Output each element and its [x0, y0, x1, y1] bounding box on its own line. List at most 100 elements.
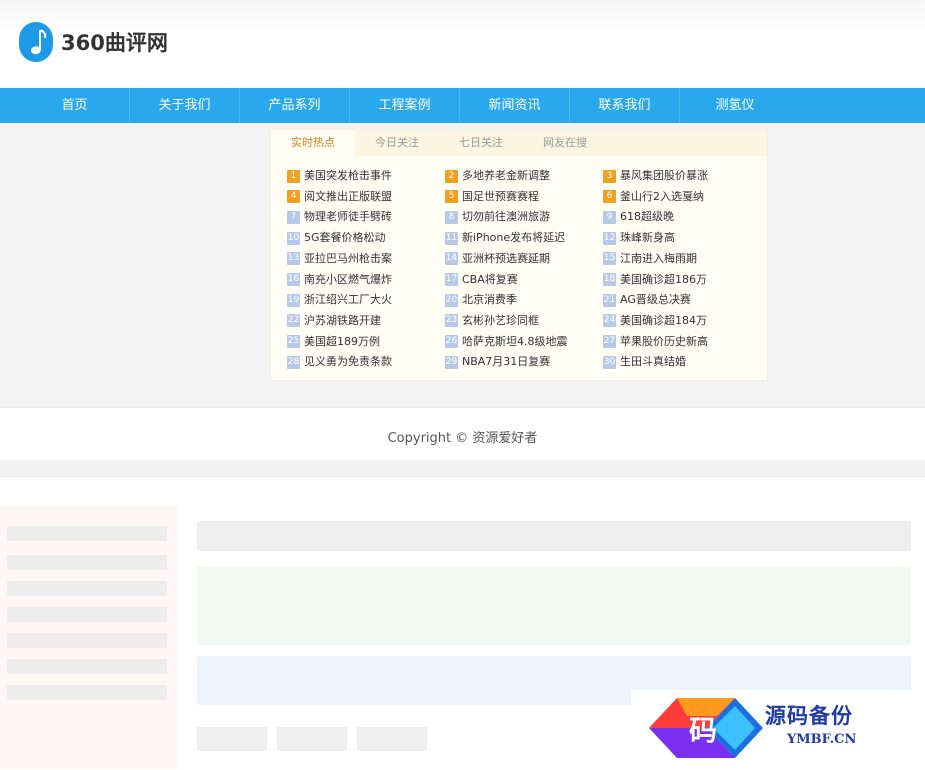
placeholder-line	[7, 581, 167, 596]
hot-list-item[interactable]: 6 釜山行2入选戛纳	[603, 189, 753, 205]
hot-list-item[interactable]: 2 多地养老金新调整	[445, 168, 595, 184]
rank-badge: 1	[287, 169, 300, 183]
hot-list-item[interactable]: 24 美国确诊超184万	[603, 313, 753, 329]
copyright-text: Copyright © 资源爱好者	[387, 431, 538, 446]
hot-list-item[interactable]: 12 珠峰新身高	[603, 230, 753, 246]
hot-list-item[interactable]: 17 CBA将复赛	[445, 272, 595, 288]
hot-item-title: AG晋级总决赛	[620, 293, 691, 307]
hot-item-title: 玄彬孙艺珍同框	[462, 313, 539, 327]
tab-seven-days[interactable]: 七日关注	[439, 130, 523, 156]
music-note-icon	[19, 22, 53, 62]
hot-item-title: 亚拉巴马州枪击案	[304, 251, 392, 265]
hot-item-title: 切勿前往澳洲旅游	[462, 210, 550, 224]
hot-list-item[interactable]: 13 亚拉巴马州枪击案	[287, 251, 437, 267]
hot-list-item[interactable]: 28 见义勇为免责条款	[287, 354, 437, 370]
rank-badge: 29	[445, 355, 458, 369]
site-logo[interactable]: 360曲评网	[19, 22, 168, 62]
rank-badge: 3	[603, 169, 616, 183]
hot-item-title: 亚洲杯预选赛延期	[462, 251, 550, 265]
rank-badge: 24	[603, 314, 616, 328]
rank-badge: 13	[287, 252, 300, 266]
placeholder-content-block	[197, 566, 911, 645]
hot-item-title: 苹果股价历史新高	[620, 334, 708, 348]
placeholder-line	[7, 526, 167, 541]
nav-item-about[interactable]: 关于我们	[130, 88, 240, 123]
hot-list-item[interactable]: 29 NBA7月31日复赛	[445, 354, 595, 370]
nav-item-contact[interactable]: 联系我们	[570, 88, 680, 123]
nav-item-products[interactable]: 产品系列	[240, 88, 350, 123]
rank-badge: 11	[445, 231, 458, 245]
hot-list-item[interactable]: 20 北京消费季	[445, 292, 595, 308]
watermark-logo-icon: 码	[649, 698, 763, 758]
main-nav: 首页 关于我们 产品系列 工程案例 新闻资讯 联系我们 测氢仪	[0, 88, 925, 123]
hot-list-item[interactable]: 15 江南进入梅雨期	[603, 251, 753, 267]
nav-item-cases[interactable]: 工程案例	[350, 88, 460, 123]
hot-list-item[interactable]: 26 哈萨克斯坦4.8级地震	[445, 334, 595, 350]
hot-list-item[interactable]: 14 亚洲杯预选赛延期	[445, 251, 595, 267]
rank-badge: 21	[603, 293, 616, 307]
hot-list-item[interactable]: 23 玄彬孙艺珍同框	[445, 313, 595, 329]
hot-item-title: 哈萨克斯坦4.8级地震	[462, 334, 568, 348]
watermark-en-text: YMBF.CN	[787, 732, 857, 747]
hot-search-panel: 实时热点 今日关注 七日关注 网友在搜 1 美国突发枪击事件 2 多地养老金新调整 3 暴…	[270, 129, 768, 381]
hot-list-item[interactable]: 11 新iPhone发布将延迟	[445, 230, 595, 246]
hot-list-item[interactable]: 30 生田斗真结婚	[603, 354, 753, 370]
footer: Copyright © 资源爱好者	[0, 407, 925, 461]
hot-list-item[interactable]: 19 浙江绍兴工厂大火	[287, 292, 437, 308]
rank-badge: 7	[287, 210, 300, 224]
logo-text: 360曲评网	[61, 31, 168, 55]
placeholder-line	[7, 659, 167, 674]
hot-item-title: 南充小区燃气爆炸	[304, 272, 392, 286]
hot-list-item[interactable]: 9 618超级晚	[603, 209, 753, 225]
hot-item-title: NBA7月31日复赛	[462, 355, 551, 369]
hot-list-item[interactable]: 27 苹果股价历史新高	[603, 334, 753, 350]
hot-item-title: 北京消费季	[462, 293, 517, 307]
tab-realtime[interactable]: 实时热点	[271, 130, 355, 156]
hot-item-title: 生田斗真结婚	[620, 355, 686, 369]
hot-item-title: 618超级晚	[620, 210, 674, 224]
rank-badge: 12	[603, 231, 616, 245]
hot-item-title: 浙江绍兴工厂大火	[304, 293, 392, 307]
rank-badge: 15	[603, 252, 616, 266]
watermark-cn-text: 源码备份	[765, 703, 853, 728]
rank-badge: 4	[287, 190, 300, 204]
rank-badge: 16	[287, 273, 300, 286]
nav-item-hydrogen-meter[interactable]: 测氢仪	[680, 88, 790, 123]
hot-list-item[interactable]: 10 5G套餐价格松动	[287, 230, 437, 246]
nav-item-home[interactable]: 首页	[20, 88, 130, 123]
hot-list-item[interactable]: 4 阅文推出正版联盟	[287, 189, 437, 205]
rank-badge: 28	[287, 355, 300, 369]
hot-tabs: 实时热点 今日关注 七日关注 网友在搜	[271, 130, 767, 156]
tab-netizen-search[interactable]: 网友在搜	[523, 130, 607, 156]
rank-badge: 23	[445, 314, 458, 328]
watermark-glyph: 码	[689, 714, 717, 747]
hot-list-item[interactable]: 5 国足世预赛赛程	[445, 189, 595, 205]
hot-list-item[interactable]: 22 沪苏湖铁路开建	[287, 313, 437, 329]
hot-list-item[interactable]: 8 切勿前往澳洲旅游	[445, 209, 595, 225]
hot-item-title: 美国突发枪击事件	[304, 169, 392, 182]
hot-item-title: 见义勇为免责条款	[304, 355, 392, 369]
hot-list-item[interactable]: 3 暴风集团股价暴涨	[603, 168, 753, 184]
hot-list-item[interactable]: 1 美国突发枪击事件	[287, 168, 437, 184]
site-header: 360曲评网	[0, 0, 925, 88]
hot-item-title: 阅文推出正版联盟	[304, 189, 392, 203]
rank-badge: 2	[445, 169, 458, 183]
hot-list-item[interactable]: 18 美国确诊超186万	[603, 272, 753, 288]
hot-list-item[interactable]: 25 美国超189万例	[287, 334, 437, 350]
hot-list-item[interactable]: 16 南充小区燃气爆炸	[287, 272, 437, 288]
rank-badge: 14	[445, 252, 458, 266]
nav-item-news[interactable]: 新闻资讯	[460, 88, 570, 123]
rank-badge: 8	[445, 210, 458, 224]
rank-badge: 30	[603, 355, 616, 369]
hot-list-item[interactable]: 21 AG晋级总决赛	[603, 292, 753, 308]
rank-badge: 19	[287, 293, 300, 307]
rank-badge: 27	[603, 335, 616, 349]
placeholder-line	[7, 633, 167, 648]
placeholder-button	[197, 727, 267, 751]
rank-badge: 25	[287, 335, 300, 349]
hot-item-title: 釜山行2入选戛纳	[620, 189, 704, 203]
tab-today[interactable]: 今日关注	[355, 130, 439, 156]
divider-strip	[0, 460, 925, 476]
rank-badge: 26	[445, 335, 458, 349]
hot-list-item[interactable]: 7 物理老师徒手劈砖	[287, 209, 437, 225]
